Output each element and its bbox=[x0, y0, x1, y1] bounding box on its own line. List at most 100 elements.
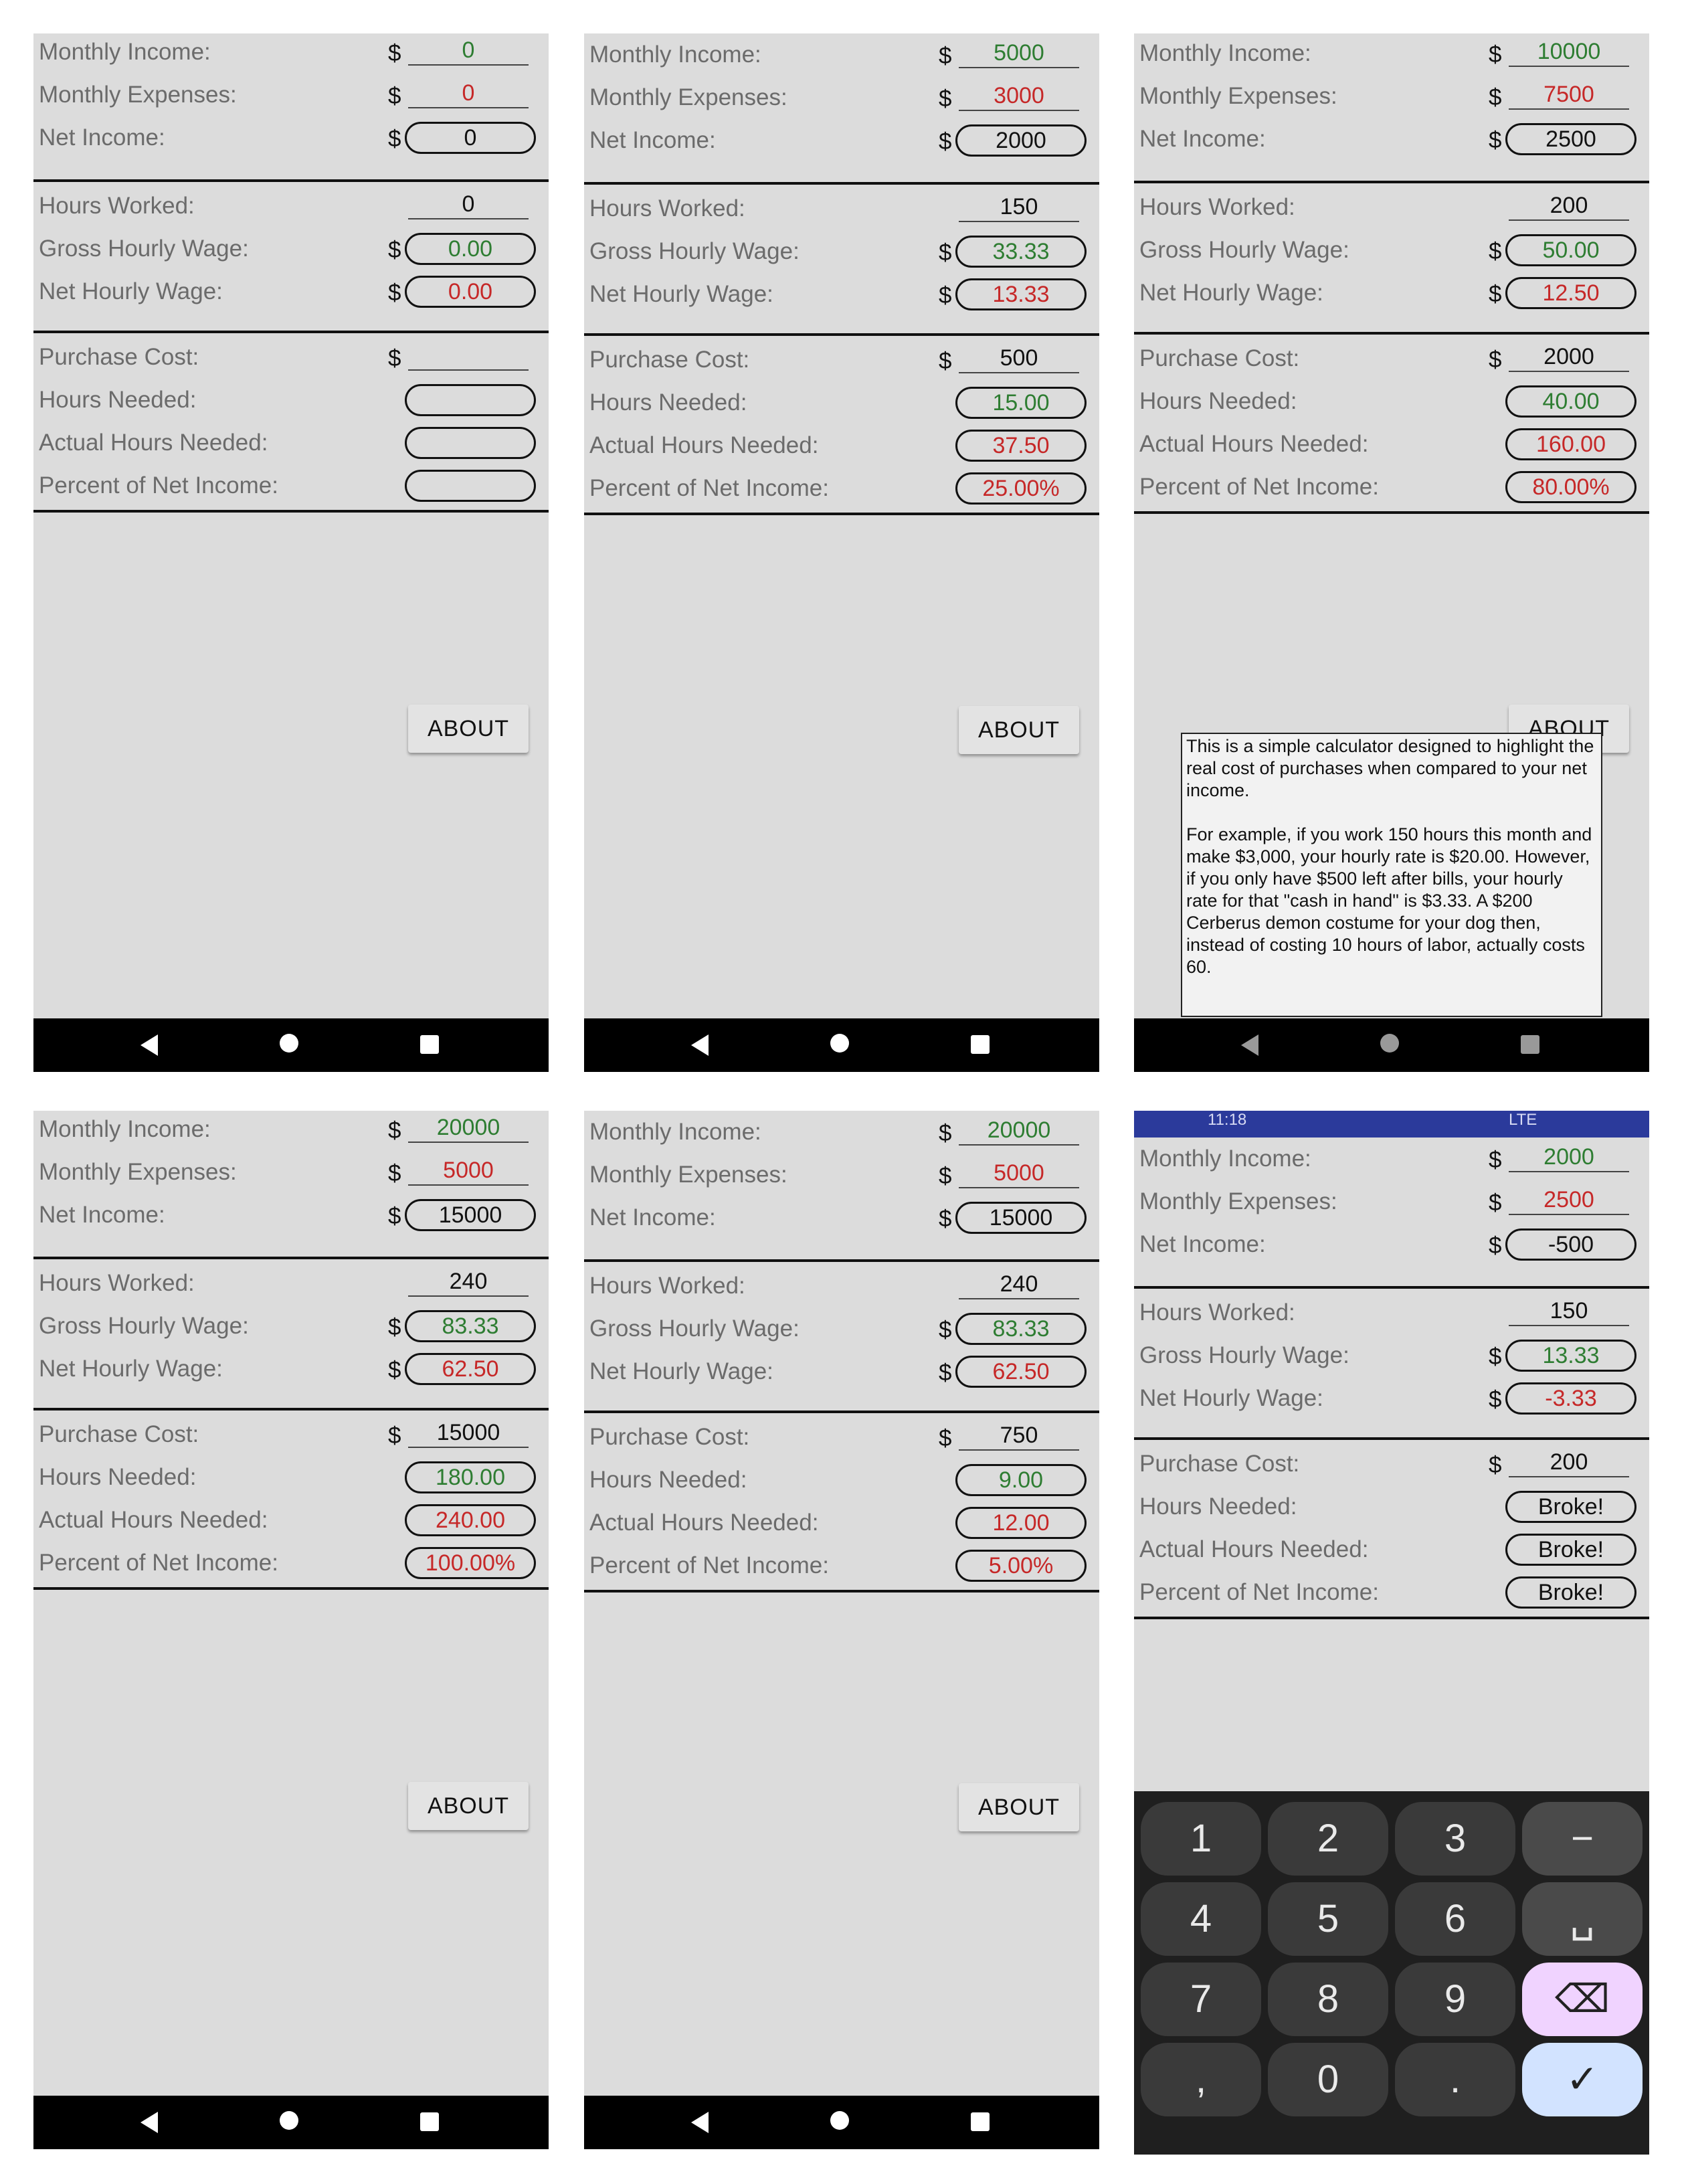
purchase-cost-input[interactable] bbox=[408, 343, 529, 371]
monthly-expenses-label: Monthly Expenses: bbox=[39, 82, 237, 108]
key-9[interactable]: 9 bbox=[1395, 1963, 1515, 2036]
purchase-cost-input[interactable]: 200 bbox=[1509, 1449, 1629, 1477]
home-icon[interactable] bbox=[1380, 1034, 1399, 1053]
key-4[interactable]: 4 bbox=[1141, 1882, 1261, 1956]
key-5[interactable]: 5 bbox=[1268, 1882, 1388, 1956]
navigation-bar bbox=[33, 2096, 549, 2149]
about-button[interactable]: ABOUT bbox=[408, 705, 529, 753]
hours-needed-label: Hours Needed: bbox=[39, 387, 197, 413]
checkmark-icon[interactable]: ✓ bbox=[1522, 2043, 1643, 2116]
divider bbox=[584, 182, 1099, 185]
purchase-cost-input[interactable]: 750 bbox=[959, 1423, 1079, 1451]
key-comma[interactable]: , bbox=[1141, 2043, 1261, 2116]
divider bbox=[1134, 1437, 1649, 1440]
dollar-sign: $ bbox=[1489, 127, 1502, 153]
key-8[interactable]: 8 bbox=[1268, 1963, 1388, 2036]
back-icon[interactable] bbox=[141, 2112, 158, 2133]
purchase-cost-label: Purchase Cost: bbox=[1139, 345, 1300, 371]
hours-worked-input[interactable]: 200 bbox=[1509, 193, 1629, 221]
purchase-cost-row: Purchase Cost: $ 200 bbox=[1134, 1445, 1649, 1487]
key-0[interactable]: 0 bbox=[1268, 2043, 1388, 2116]
back-icon[interactable] bbox=[1241, 1034, 1258, 1056]
about-button[interactable]: ABOUT bbox=[959, 1783, 1079, 1831]
dollar-sign: $ bbox=[1489, 1344, 1502, 1370]
backspace-icon[interactable]: ⌫ bbox=[1522, 1963, 1643, 2036]
back-icon[interactable] bbox=[691, 2112, 709, 2133]
monthly-expenses-input[interactable]: 5000 bbox=[959, 1160, 1079, 1188]
dollar-sign: $ bbox=[939, 1317, 952, 1343]
hours-needed-label: Hours Needed: bbox=[589, 1467, 747, 1493]
gross-hourly-wage-row: Gross Hourly Wage: $ 83.33 bbox=[584, 1310, 1099, 1352]
about-button[interactable]: ABOUT bbox=[959, 706, 1079, 754]
home-icon[interactable] bbox=[830, 2111, 849, 2130]
hours-needed-row: Hours Needed: 180.00 bbox=[33, 1459, 549, 1500]
hours-worked-input[interactable]: 240 bbox=[408, 1269, 529, 1297]
key-2[interactable]: 2 bbox=[1268, 1802, 1388, 1876]
hours-worked-input[interactable]: 150 bbox=[959, 194, 1079, 222]
hours-worked-input[interactable]: 240 bbox=[959, 1271, 1079, 1299]
key-3[interactable]: 3 bbox=[1395, 1802, 1515, 1876]
percent-of-net-income-label: Percent of Net Income: bbox=[39, 1550, 278, 1576]
hours-worked-label: Hours Worked: bbox=[1139, 194, 1295, 220]
percent-of-net-income-row: Percent of Net Income: 80.00% bbox=[1134, 468, 1649, 510]
recent-apps-icon[interactable] bbox=[971, 1035, 990, 1054]
net-income-label: Net Income: bbox=[589, 127, 716, 153]
home-icon[interactable] bbox=[280, 2111, 298, 2130]
recent-apps-icon[interactable] bbox=[971, 2112, 990, 2131]
monthly-income-input[interactable]: 2000 bbox=[1509, 1144, 1629, 1172]
purchase-cost-input[interactable]: 500 bbox=[959, 345, 1079, 373]
monthly-expenses-row: Monthly Expenses: $ 7500 bbox=[1134, 78, 1649, 119]
monthly-income-input[interactable]: 10000 bbox=[1509, 39, 1629, 67]
recent-apps-icon[interactable] bbox=[420, 2112, 439, 2131]
back-icon[interactable] bbox=[141, 1034, 158, 1056]
purchase-cost-input[interactable]: 2000 bbox=[1509, 344, 1629, 372]
monthly-expenses-input[interactable]: 2500 bbox=[1509, 1187, 1629, 1215]
net-hourly-wage-output: 62.50 bbox=[405, 1353, 536, 1385]
key-6[interactable]: 6 bbox=[1395, 1882, 1515, 1956]
back-icon[interactable] bbox=[691, 1034, 709, 1056]
actual-hours-needed-row: Actual Hours Needed: bbox=[33, 424, 549, 466]
dollar-sign: $ bbox=[939, 1120, 952, 1146]
monthly-income-input[interactable]: 5000 bbox=[959, 40, 1079, 68]
hours-worked-row: Hours Worked: 0 bbox=[33, 187, 549, 229]
divider bbox=[584, 513, 1099, 515]
net-hourly-wage-label: Net Hourly Wage: bbox=[589, 281, 773, 307]
key-7[interactable]: 7 bbox=[1141, 1963, 1261, 2036]
purchase-cost-input[interactable]: 15000 bbox=[408, 1420, 529, 1448]
monthly-income-label: Monthly Income: bbox=[1139, 40, 1311, 66]
hours-worked-row: Hours Worked: 200 bbox=[1134, 189, 1649, 230]
monthly-expenses-row: Monthly Expenses: $ 5000 bbox=[33, 1154, 549, 1195]
net-hourly-wage-label: Net Hourly Wage: bbox=[39, 278, 223, 304]
key-minus[interactable]: − bbox=[1522, 1802, 1643, 1876]
about-button[interactable]: ABOUT bbox=[408, 1782, 529, 1830]
home-icon[interactable] bbox=[830, 1034, 849, 1053]
recent-apps-icon[interactable] bbox=[420, 1035, 439, 1054]
recent-apps-icon[interactable] bbox=[1521, 1035, 1539, 1054]
monthly-income-input[interactable]: 20000 bbox=[959, 1117, 1079, 1146]
monthly-expenses-input[interactable]: 7500 bbox=[1509, 82, 1629, 110]
monthly-expenses-input[interactable]: 3000 bbox=[959, 83, 1079, 111]
dollar-sign: $ bbox=[1489, 1147, 1502, 1173]
dollar-sign: $ bbox=[939, 1206, 952, 1232]
hours-worked-input[interactable]: 150 bbox=[1509, 1298, 1629, 1326]
key-period[interactable]: . bbox=[1395, 2043, 1515, 2116]
key-1[interactable]: 1 bbox=[1141, 1802, 1261, 1876]
key-space[interactable]: ␣ bbox=[1522, 1882, 1643, 1956]
hours-worked-input[interactable]: 0 bbox=[408, 191, 529, 219]
net-hourly-wage-output: -3.33 bbox=[1505, 1382, 1636, 1415]
hours-needed-label: Hours Needed: bbox=[1139, 388, 1297, 414]
actual-hours-needed-row: Actual Hours Needed: 37.50 bbox=[584, 427, 1099, 468]
monthly-income-input[interactable]: 20000 bbox=[408, 1115, 529, 1143]
gross-hourly-wage-output: 83.33 bbox=[405, 1310, 536, 1342]
gross-hourly-wage-output: 83.33 bbox=[955, 1313, 1087, 1345]
hours-worked-row: Hours Worked: 150 bbox=[584, 190, 1099, 232]
net-income-label: Net Income: bbox=[39, 1202, 165, 1228]
monthly-income-label: Monthly Income: bbox=[589, 41, 761, 68]
home-icon[interactable] bbox=[280, 1034, 298, 1053]
net-hourly-wage-label: Net Hourly Wage: bbox=[1139, 280, 1323, 306]
monthly-income-input[interactable]: 0 bbox=[408, 37, 529, 66]
monthly-expenses-input[interactable]: 0 bbox=[408, 80, 529, 108]
gross-hourly-wage-label: Gross Hourly Wage: bbox=[39, 1313, 249, 1339]
monthly-expenses-input[interactable]: 5000 bbox=[408, 1158, 529, 1186]
net-hourly-wage-label: Net Hourly Wage: bbox=[1139, 1385, 1323, 1411]
